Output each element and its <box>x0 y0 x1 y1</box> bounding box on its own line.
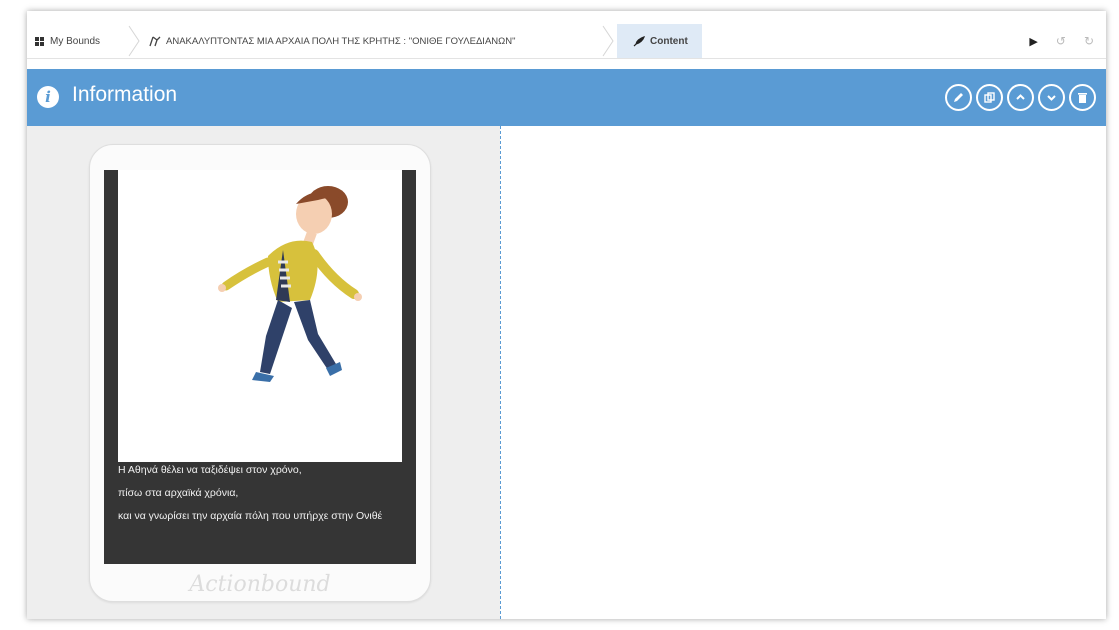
route-icon <box>149 35 161 47</box>
move-up-icon <box>1016 94 1025 100</box>
phone-preview: Η Αθηνά θέλει να ταξιδέψει στον χρόνο, π… <box>89 144 431 602</box>
section-header: i Information <box>27 69 1106 126</box>
edit-icon <box>954 93 963 102</box>
duplicate-icon <box>984 92 995 103</box>
duplicate-button[interactable] <box>976 84 1003 111</box>
section-actions <box>945 84 1096 111</box>
character-image <box>118 170 402 462</box>
breadcrumb-my-bounds[interactable]: My Bounds <box>35 24 100 58</box>
phone-screen: Η Αθηνά θέλει να ταξιδέψει στον χρόνο, π… <box>104 170 416 564</box>
breadcrumb-content[interactable]: Content <box>617 24 702 58</box>
breadcrumb-bound-label: ΑΝΑΚΑΛΥΠΤΟΝΤΑΣ ΜΙΑ ΑΡΧΑΙΑ ΠΟΛΗ ΤΗΣ ΚΡΗΤΗ… <box>166 35 516 47</box>
undo-icon[interactable]: ↺ <box>1056 34 1066 48</box>
move-down-icon <box>1047 95 1056 101</box>
section-title: Information <box>72 83 178 106</box>
breadcrumb-home-label: My Bounds <box>50 35 101 47</box>
preview-caption: Η Αθηνά θέλει να ταξιδέψει στον χρόνο, π… <box>118 464 398 533</box>
caption-line: πίσω στα αρχαϊκά χρόνια, <box>118 487 239 499</box>
delete-icon <box>1078 93 1087 103</box>
play-icon[interactable]: ▶ <box>1029 35 1037 48</box>
actionbound-logo: Actionbound <box>189 572 331 597</box>
editor-window: My Bounds ΑΝΑΚΑΛΥΠΤΟΝΤΑΣ ΜΙΑ ΑΡΧΑΙΑ ΠΟΛΗ… <box>27 11 1106 619</box>
breadcrumb: My Bounds ΑΝΑΚΑΛΥΠΤΟΝΤΑΣ ΜΙΑ ΑΡΧΑΙΑ ΠΟΛΗ… <box>27 24 1106 59</box>
top-actions: ▶ ↺ ↻ <box>1029 24 1094 58</box>
edit-button[interactable] <box>945 84 972 111</box>
breadcrumb-current-label: Content <box>650 35 688 47</box>
grid-icon <box>35 36 45 46</box>
caption-line: Η Αθηνά θέλει να ταξιδέψει στον χρόνο, <box>118 464 302 476</box>
chevron-separator-icon <box>128 25 140 57</box>
move-down-button[interactable] <box>1038 84 1065 111</box>
chevron-separator-icon <box>602 25 614 57</box>
delete-button[interactable] <box>1069 84 1096 111</box>
info-icon: i <box>37 86 59 108</box>
caption-line: και να γνωρίσει την αρχαία πόλη που υπήρ… <box>118 510 383 522</box>
editor-pane[interactable] <box>501 126 1106 619</box>
breadcrumb-bound[interactable]: ΑΝΑΚΑΛΥΠΤΟΝΤΑΣ ΜΙΑ ΑΡΧΑΙΑ ΠΟΛΗ ΤΗΣ ΚΡΗΤΗ… <box>149 24 515 58</box>
preview-pane: Η Αθηνά θέλει να ταξιδέψει στον χρόνο, π… <box>27 126 500 619</box>
move-up-button[interactable] <box>1007 84 1034 111</box>
redo-icon[interactable]: ↻ <box>1084 34 1094 48</box>
feather-icon <box>633 35 645 47</box>
